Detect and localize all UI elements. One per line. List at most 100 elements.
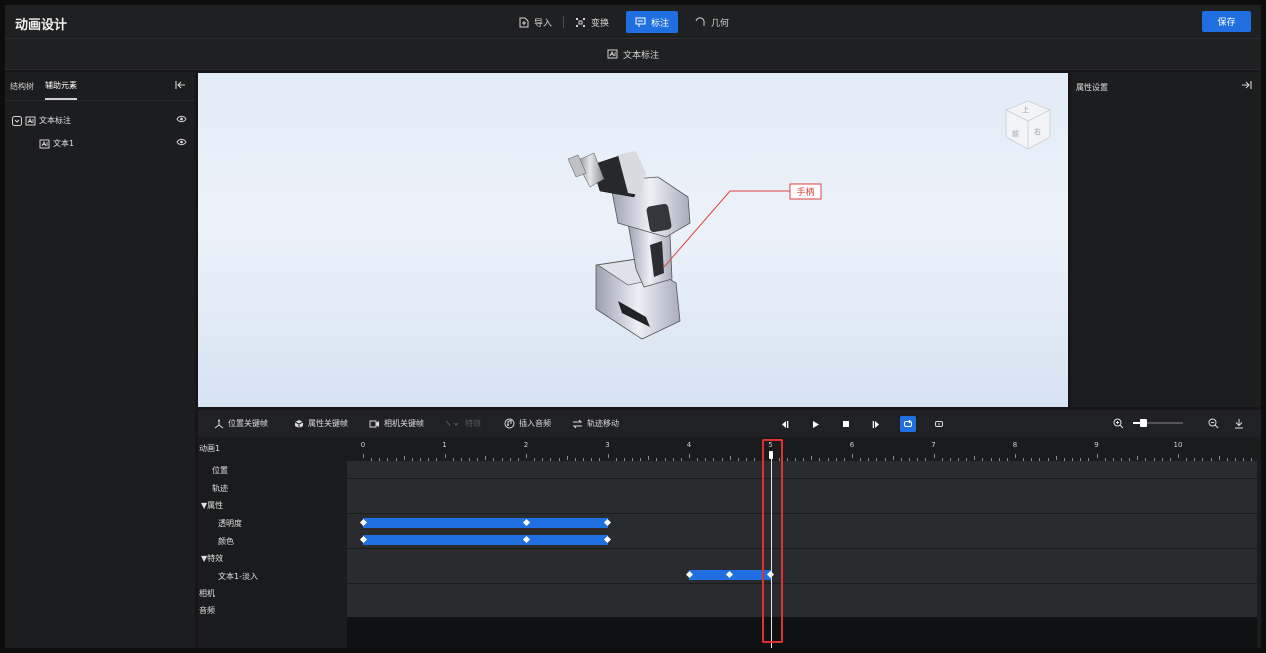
tool-group: 导入 变换 标注 几何 bbox=[510, 11, 738, 33]
playhead-highlight-box bbox=[761, 439, 783, 643]
ruler-tick bbox=[1137, 456, 1139, 460]
left-panel-tabs: 结构树 辅助元素 bbox=[5, 72, 195, 101]
annotate-icon bbox=[635, 17, 646, 28]
tree-item-label: 文本1 bbox=[53, 139, 75, 148]
top-toolbar: 动画设计 导入 变换 标注 几何 保存 bbox=[5, 5, 1261, 39]
annotate-button[interactable]: 标注 bbox=[626, 11, 679, 33]
track-audio[interactable] bbox=[347, 600, 1257, 617]
ruler-tick bbox=[729, 456, 731, 460]
row-label-audio: 音频 bbox=[199, 606, 215, 615]
save-button[interactable]: 保存 bbox=[1202, 11, 1251, 32]
row-label-effects[interactable]: ▼特效 bbox=[201, 553, 223, 564]
loop-icon bbox=[904, 419, 912, 427]
track-trajectory[interactable] bbox=[347, 479, 1257, 496]
zoom-out-icon[interactable] bbox=[1208, 418, 1219, 432]
ruler-tick bbox=[485, 456, 487, 460]
ruler-tick bbox=[933, 454, 935, 458]
annotation-text[interactable]: 手柄 bbox=[791, 185, 820, 198]
3d-viewport[interactable]: 手柄 上 前 右 bbox=[198, 73, 1068, 407]
track-move-button[interactable]: 轨迹移动 bbox=[572, 410, 619, 437]
transform-label: 变换 bbox=[591, 18, 610, 29]
play-button[interactable] bbox=[807, 416, 823, 432]
geometry-label: 几何 bbox=[711, 18, 730, 29]
arc-icon bbox=[695, 16, 706, 28]
animation-name[interactable]: 动画1 bbox=[199, 443, 220, 454]
stop-button[interactable] bbox=[838, 416, 854, 432]
ruler-tick bbox=[852, 454, 853, 458]
track-fade-in[interactable] bbox=[347, 566, 1257, 583]
ruler-tick-label: 6 bbox=[849, 441, 855, 449]
stop-icon bbox=[843, 421, 849, 427]
ruler-tick bbox=[811, 456, 813, 460]
transform-button[interactable]: 变换 bbox=[566, 11, 618, 33]
track-position[interactable] bbox=[347, 461, 1257, 478]
app-title: 动画设计 bbox=[15, 18, 68, 33]
tree-item-label: 文本标注 bbox=[39, 116, 71, 125]
row-label-fade-in: 文本1-淡入 bbox=[218, 572, 258, 581]
collapse-right-icon[interactable] bbox=[1241, 80, 1252, 93]
visibility-eye-icon[interactable] bbox=[176, 138, 187, 148]
ruler-tick bbox=[403, 456, 405, 460]
ruler-tick bbox=[444, 454, 446, 458]
ruler-tick-label: 3 bbox=[605, 441, 610, 449]
property-keyframe-button[interactable]: 属性关键帧 bbox=[294, 410, 348, 437]
audio-add-icon bbox=[504, 418, 515, 429]
color-keyframe-bar[interactable] bbox=[363, 534, 608, 545]
geometry-button[interactable]: 几何 bbox=[686, 11, 738, 33]
viewcube-right-label: 右 bbox=[1034, 128, 1041, 136]
loop-button[interactable] bbox=[900, 416, 916, 432]
effect-wand-icon bbox=[445, 420, 461, 428]
ruler-tick bbox=[1178, 454, 1179, 458]
element-tree: 文本标注 文本1 bbox=[5, 101, 195, 155]
row-label-properties[interactable]: ▼属性 bbox=[201, 500, 223, 511]
track-effects[interactable] bbox=[347, 549, 1257, 566]
insert-audio-button[interactable]: 插入音频 bbox=[504, 410, 551, 437]
viewcube-front-label: 前 bbox=[1012, 130, 1019, 138]
text-annotation-icon bbox=[25, 116, 36, 126]
property-keyframe-label: 属性关键帧 bbox=[308, 419, 348, 428]
viewcube-top-label: 上 bbox=[1022, 106, 1029, 114]
drill-model[interactable] bbox=[567, 151, 691, 340]
visibility-eye-icon[interactable] bbox=[176, 115, 187, 125]
row-label-color: 颜色 bbox=[218, 537, 234, 546]
properties-panel-title: 属性设置 bbox=[1076, 83, 1108, 92]
camera-icon bbox=[369, 420, 380, 428]
step-back-button[interactable] bbox=[776, 416, 792, 432]
ruler-tick bbox=[974, 456, 976, 460]
effect-label: 特效 bbox=[465, 419, 481, 428]
tab-structure-tree[interactable]: 结构树 bbox=[10, 72, 34, 100]
timeline-panel: 位置关键帧 属性关键帧 相机关键帧 特效 插入音频 轨迹移动 动画1 位置 轨迹… bbox=[198, 410, 1261, 648]
collapse-left-icon[interactable] bbox=[175, 80, 186, 93]
collapse-toggle-icon[interactable] bbox=[12, 115, 22, 126]
text-annotation-icon bbox=[607, 49, 618, 59]
ruler-tick-label: 7 bbox=[931, 441, 936, 449]
play-icon bbox=[812, 420, 819, 428]
ruler-tick bbox=[689, 454, 690, 458]
position-keyframe-button[interactable]: 位置关键帧 bbox=[214, 410, 268, 437]
ruler-tick bbox=[566, 456, 568, 460]
text-annotation-icon bbox=[39, 139, 50, 149]
step-forward-button[interactable] bbox=[868, 416, 884, 432]
import-icon bbox=[519, 17, 529, 28]
transform-icon bbox=[575, 17, 586, 28]
download-icon[interactable] bbox=[1234, 418, 1244, 432]
track-camera[interactable] bbox=[347, 584, 1257, 601]
zoom-in-icon[interactable] bbox=[1113, 418, 1124, 432]
left-panel: 结构树 辅助元素 文本标注 文本1 bbox=[5, 72, 195, 648]
insert-audio-label: 插入音频 bbox=[519, 419, 551, 428]
camera-keyframe-button[interactable]: 相机关键帧 bbox=[369, 410, 424, 437]
tree-item-text1[interactable]: 文本1 bbox=[5, 132, 195, 155]
zoom-slider-handle[interactable] bbox=[1140, 419, 1147, 427]
tab-auxiliary-elements[interactable]: 辅助元素 bbox=[45, 72, 77, 100]
track-properties[interactable] bbox=[347, 496, 1257, 513]
effect-dropdown[interactable]: 特效 bbox=[445, 410, 481, 437]
import-button[interactable]: 导入 bbox=[510, 11, 561, 33]
track-labels: 动画1 位置 轨迹 ▼属性 透明度 颜色 ▼特效 文本1-淡入 相机 音频 bbox=[198, 437, 347, 648]
opacity-keyframe-bar[interactable] bbox=[363, 517, 608, 528]
ruler-tick-label: 0 bbox=[360, 441, 366, 449]
repeat-once-button[interactable] bbox=[931, 416, 947, 432]
track-move-label: 轨迹移动 bbox=[587, 419, 619, 428]
row-label-trajectory: 轨迹 bbox=[212, 484, 228, 493]
ruler-tick-label: 9 bbox=[1094, 441, 1099, 449]
tree-item-text-annotation[interactable]: 文本标注 bbox=[5, 109, 195, 132]
